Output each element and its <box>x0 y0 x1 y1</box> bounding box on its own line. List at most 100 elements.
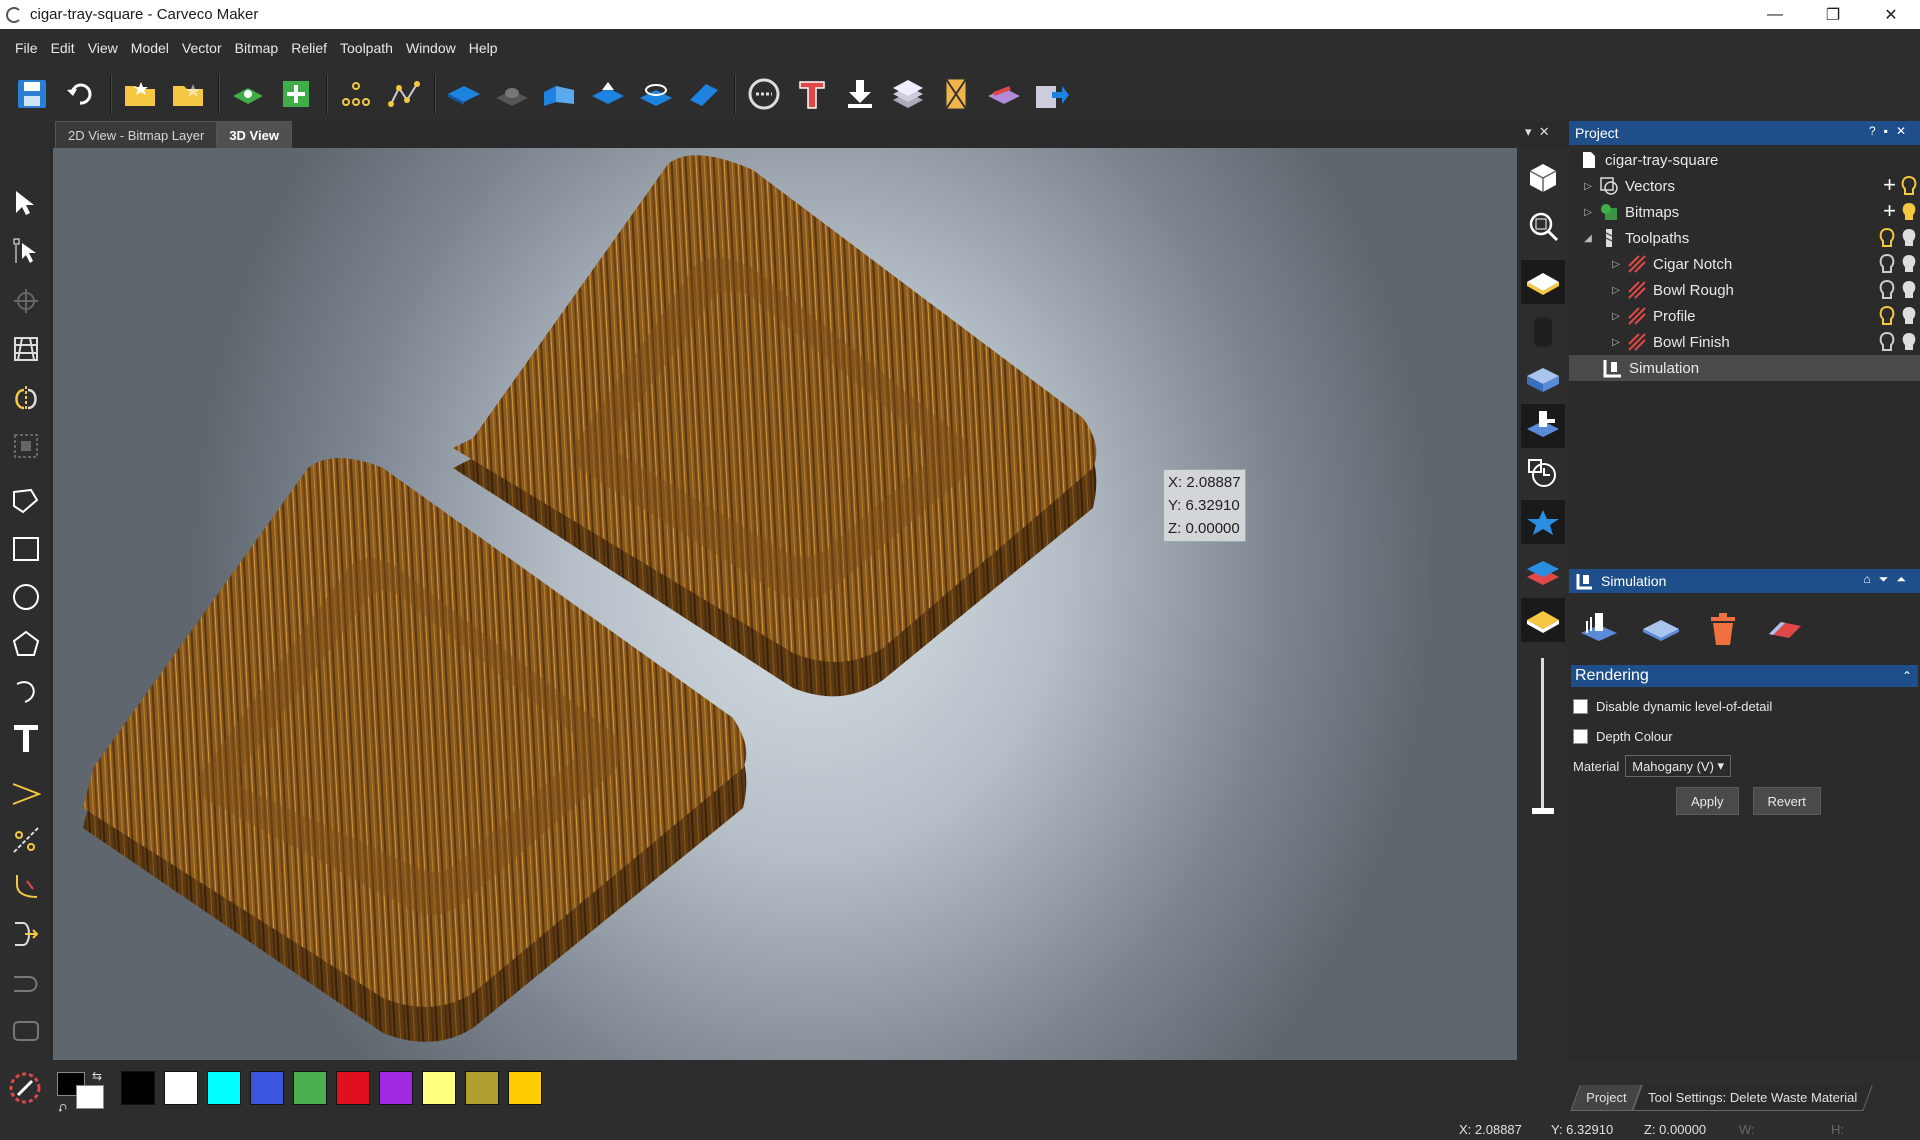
visibility-bulb-icon[interactable] <box>1878 305 1896 331</box>
new-layer-icon[interactable] <box>276 71 316 117</box>
help-icon[interactable]: ? <box>1869 124 1884 138</box>
visibility-bulb-icon[interactable] <box>1878 253 1896 279</box>
collapse-up-icon[interactable]: ⏶ <box>1896 572 1914 586</box>
color-swatch-white[interactable] <box>164 1071 198 1105</box>
background-color[interactable] <box>76 1085 104 1109</box>
3d-viewport[interactable]: X: 2.08887 Y: 6.32910 Z: 0.00000 <box>53 148 1517 1060</box>
tree-item-bitmaps[interactable]: ▷ Bitmaps + <box>1569 199 1920 225</box>
simulation-bulb-icon[interactable] <box>1900 227 1918 253</box>
expand-arrow-icon[interactable]: ▷ <box>1611 311 1621 322</box>
apply-button[interactable]: Apply <box>1676 787 1739 815</box>
node-edit-icon[interactable] <box>6 231 46 271</box>
delete-waste-icon[interactable] <box>1701 607 1745 651</box>
cylinder-icon[interactable] <box>1521 310 1565 354</box>
color-swatch-red[interactable] <box>336 1071 370 1105</box>
transform-icon[interactable] <box>6 281 46 321</box>
join-icon[interactable] <box>6 964 46 1004</box>
collapse-down-icon[interactable]: ⏷ <box>1879 572 1897 586</box>
rectangle-icon[interactable] <box>6 529 46 569</box>
sweep-icon[interactable] <box>588 71 628 117</box>
menu-relief[interactable]: Relief <box>291 40 327 56</box>
expand-arrow-icon[interactable]: ▷ <box>1583 181 1593 192</box>
depth-slider-handle[interactable] <box>1532 808 1554 814</box>
text-tool-icon[interactable] <box>792 71 832 117</box>
restore-button[interactable]: ❐ <box>1804 0 1862 29</box>
dome-relief-icon[interactable] <box>492 71 532 117</box>
smooth-icon[interactable] <box>744 71 784 117</box>
toolpath-item-bowl-finish[interactable]: ▷ Bowl Finish <box>1569 329 1920 355</box>
color-swatch-black[interactable] <box>121 1071 155 1105</box>
visibility-bulb-icon[interactable] <box>1878 227 1896 253</box>
visibility-bulb-icon[interactable] <box>1900 175 1918 201</box>
menu-model[interactable]: Model <box>131 40 169 56</box>
rendering-section-header[interactable]: Rendering ⌃ <box>1571 665 1918 687</box>
reset-colors-icon[interactable]: ⮏ <box>58 1100 67 1119</box>
pin-icon[interactable]: ▪ <box>1884 124 1896 138</box>
group-icon[interactable] <box>6 426 46 466</box>
simulation-bulb-icon[interactable] <box>1900 331 1918 357</box>
dropdown-arrow-icon[interactable]: ▾ <box>1525 124 1532 139</box>
add-relief-icon[interactable] <box>228 71 268 117</box>
tree-item-simulation[interactable]: Simulation <box>1569 355 1920 381</box>
color-swatch-blue[interactable] <box>250 1071 284 1105</box>
polyline-icon[interactable] <box>384 71 424 117</box>
offset-icon[interactable] <box>6 914 46 954</box>
arc-icon[interactable] <box>6 671 46 711</box>
visibility-bulb-icon[interactable] <box>1900 201 1918 227</box>
eraser-icon[interactable] <box>1763 607 1807 651</box>
depth-slider-track[interactable] <box>1541 658 1544 808</box>
expand-arrow-icon[interactable]: ▷ <box>1611 285 1621 296</box>
bezier-icon[interactable] <box>6 773 46 813</box>
menu-vector[interactable]: Vector <box>182 40 222 56</box>
grid-icon[interactable] <box>6 329 46 369</box>
trim-icon[interactable] <box>6 820 46 860</box>
open-folder-icon[interactable] <box>120 71 160 117</box>
mirror-icon[interactable] <box>6 378 46 418</box>
simulation-bulb-icon[interactable] <box>1900 253 1918 279</box>
tab-project[interactable]: Project <box>1570 1085 1643 1111</box>
tab-tool-settings[interactable]: Tool Settings: Delete Waste Material <box>1632 1085 1874 1111</box>
text-icon[interactable] <box>6 718 46 758</box>
export-icon[interactable] <box>1032 71 1072 117</box>
close-panel-icon[interactable]: ✕ <box>1896 124 1914 138</box>
close-view-icon[interactable]: ✕ <box>1539 124 1550 139</box>
color-swatch-light-yellow[interactable] <box>422 1071 456 1105</box>
swap-colors-icon[interactable]: ⇆ <box>92 1069 102 1083</box>
color-swatch-gold[interactable] <box>508 1071 542 1105</box>
expand-arrow-icon[interactable]: ▷ <box>1583 207 1593 218</box>
layer-stack-icon[interactable] <box>888 71 928 117</box>
simulate-toolpath-icon[interactable] <box>1521 404 1565 448</box>
color-swatch-green[interactable] <box>293 1071 327 1105</box>
color-swatch-purple[interactable] <box>379 1071 413 1105</box>
star-relief-icon[interactable] <box>1521 500 1565 544</box>
zoom-fit-icon[interactable] <box>1521 204 1565 248</box>
simulation-bulb-icon[interactable] <box>1900 279 1918 305</box>
pentagon-icon[interactable] <box>6 624 46 664</box>
expand-arrow-icon[interactable]: ▷ <box>1611 337 1621 348</box>
flat-relief-icon[interactable] <box>444 71 484 117</box>
collapse-caret-icon[interactable]: ⌃ <box>1902 669 1912 683</box>
depth-colour-row[interactable]: Depth Colour <box>1569 721 1920 751</box>
circle-icon[interactable] <box>6 577 46 617</box>
polygon-draw-icon[interactable] <box>6 481 46 521</box>
toolpath-item-cigar-notch[interactable]: ▷ Cigar Notch <box>1569 251 1920 277</box>
nodes-icon[interactable] <box>336 71 376 117</box>
spin-icon[interactable] <box>636 71 676 117</box>
relief-layer-icon[interactable] <box>1521 260 1565 304</box>
home-icon[interactable]: ⌂ <box>1864 572 1879 586</box>
reset-material-icon[interactable] <box>1639 607 1683 651</box>
angled-plane-icon[interactable] <box>684 71 724 117</box>
extrude-icon[interactable] <box>540 71 580 117</box>
relief-3d-icon[interactable] <box>984 71 1024 117</box>
tree-root[interactable]: cigar-tray-square <box>1569 147 1920 173</box>
save-icon[interactable] <box>12 71 52 117</box>
material-block-icon[interactable] <box>1521 356 1565 400</box>
color-swatch-olive[interactable] <box>465 1071 499 1105</box>
close-vector-icon[interactable] <box>6 1011 46 1051</box>
revert-button[interactable]: Revert <box>1752 787 1821 815</box>
timer-icon[interactable] <box>1521 452 1565 496</box>
select-arrow-icon[interactable] <box>6 183 46 223</box>
menu-bitmap[interactable]: Bitmap <box>235 40 279 56</box>
disable-lod-row[interactable]: Disable dynamic level-of-detail <box>1569 691 1920 721</box>
depth-colour-checkbox[interactable] <box>1573 728 1588 744</box>
